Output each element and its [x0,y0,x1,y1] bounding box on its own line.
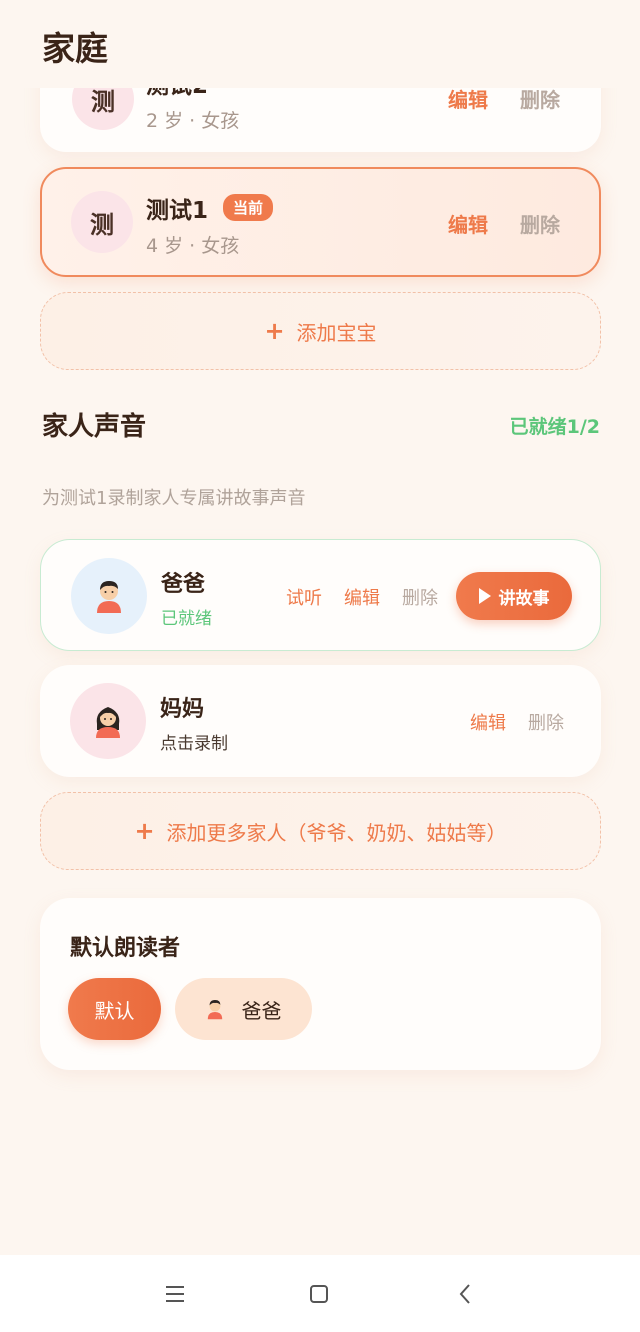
back-icon[interactable] [450,1279,480,1309]
baby-info: 2 岁 · 女孩 [146,110,240,132]
baby-info: 4 岁 · 女孩 [146,235,240,257]
plus-icon: + [134,817,155,845]
add-family-label: 添加更多家人（爷爷、奶奶、姑姑等） [166,820,507,845]
voice-status: 已就绪 [161,609,212,629]
tell-story-label: 讲故事 [498,588,550,609]
baby-avatar: 测 [71,191,133,253]
delete-baby-button[interactable]: 删除 [520,84,560,113]
header: 家庭 [0,0,640,88]
home-icon[interactable] [304,1279,334,1309]
edit-baby-button[interactable]: 编辑 [448,84,488,113]
voice-card-dad[interactable]: 爸爸 已就绪 试听 编辑 删除 讲故事 [40,539,601,651]
baby-card-current[interactable]: 测 测试1 当前 4 岁 · 女孩 编辑 删除 [40,167,601,277]
default-reader-card: 默认朗读者 默认 爸爸 [40,898,601,1070]
add-family-button[interactable]: + 添加更多家人（爷爷、奶奶、姑姑等） [40,792,601,870]
menu-icon[interactable] [160,1279,190,1309]
record-prompt[interactable]: 点击录制 [160,729,228,754]
tell-story-button[interactable]: 讲故事 [456,572,572,620]
voice-name: 爸爸 [161,572,206,597]
mom-avatar [70,683,146,759]
girl-icon [96,707,120,738]
baby-avatar-char: 测 [90,210,114,239]
boy-icon [207,1000,222,1020]
reader-option-dad[interactable]: 爸爸 [175,978,312,1040]
boy-icon [97,581,121,613]
baby-name: 测试1 [146,198,209,224]
add-baby-button[interactable]: + 添加宝宝 [40,292,601,370]
add-baby-label: 添加宝宝 [296,320,377,345]
dad-avatar [71,558,147,634]
content-scroll[interactable]: 测 测试2 2 岁 · 女孩 编辑 删除 测 测试1 当前 4 岁 · 女孩 编… [0,0,640,1255]
reader-option-label: 爸爸 [241,998,282,1023]
play-icon [478,588,491,604]
edit-voice-button[interactable]: 编辑 [344,584,380,610]
page-title: 家庭 [42,29,108,68]
section-title-family-voice: 家人声音 [42,412,147,442]
reader-option-default[interactable]: 默认 [68,978,161,1040]
system-nav-bar [0,1255,640,1332]
voice-name: 妈妈 [160,697,205,722]
section-subtitle: 为测试1录制家人专属讲故事声音 [42,488,306,509]
delete-voice-button[interactable]: 删除 [402,584,438,610]
edit-baby-button[interactable]: 编辑 [448,209,488,238]
edit-voice-button[interactable]: 编辑 [470,709,506,735]
ready-count: 已就绪1/2 [509,416,600,438]
current-badge: 当前 [223,194,274,221]
delete-voice-button[interactable]: 删除 [528,709,564,735]
plus-icon: + [264,317,285,345]
default-reader-title: 默认朗读者 [70,936,181,961]
listen-button[interactable]: 试听 [286,584,322,610]
voice-card-mom[interactable]: 妈妈 点击录制 编辑 删除 [40,665,601,777]
reader-option-label: 默认 [94,998,135,1023]
delete-baby-button[interactable]: 删除 [520,209,560,238]
